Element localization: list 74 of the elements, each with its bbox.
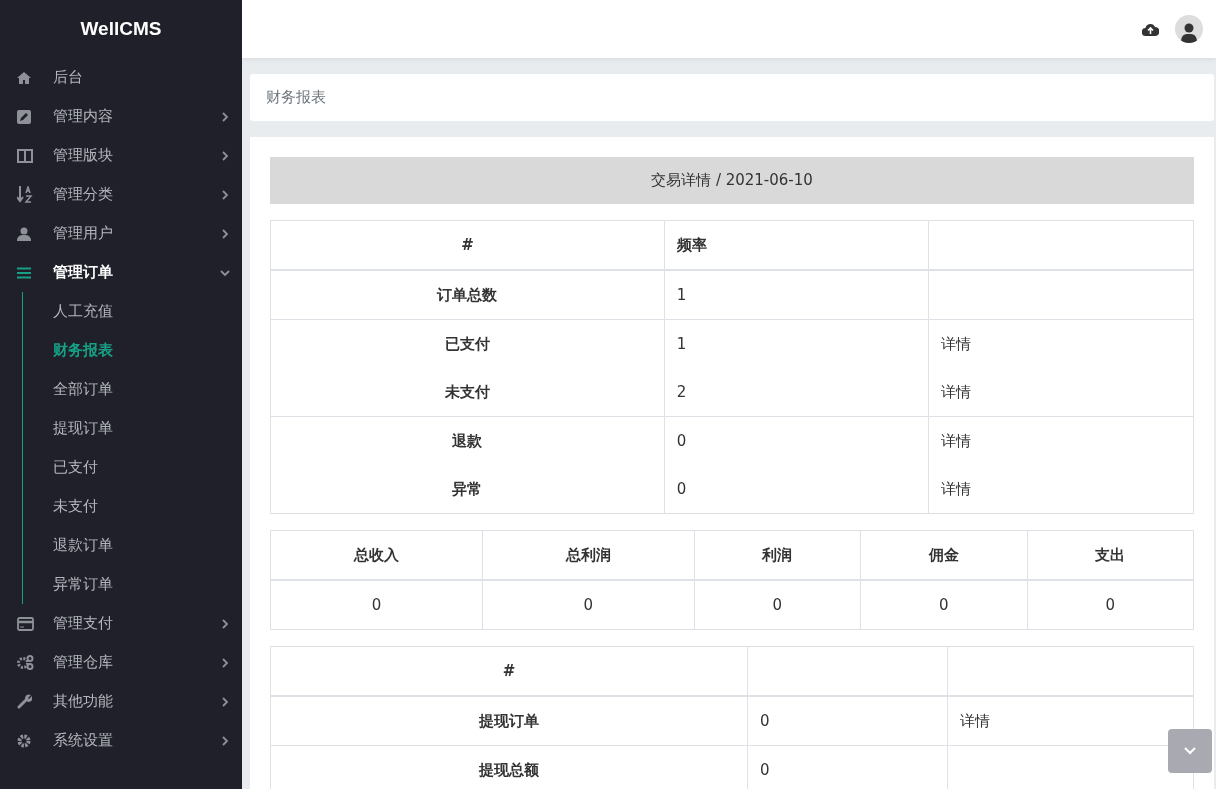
row-label: 未支付 (270, 368, 665, 417)
credit-card-icon (17, 616, 34, 631)
table-cell: 0 (270, 580, 483, 630)
columns-icon (17, 148, 33, 163)
chevron-right-icon (220, 618, 230, 629)
submenu-item[interactable]: 已支付 (23, 448, 242, 487)
brand-logo[interactable]: WellCMS (0, 0, 242, 58)
row-label: 异常 (270, 465, 665, 514)
submenu-item[interactable]: 人工充值 (23, 292, 242, 331)
chevron-right-icon (220, 150, 230, 161)
submenu-item[interactable]: 提现订单 (23, 409, 242, 448)
chevron-right-icon (220, 111, 230, 122)
cloud-upload-icon[interactable] (1142, 22, 1159, 36)
column-header: 总收入 (270, 530, 483, 580)
details-link[interactable]: 详情 (941, 334, 972, 353)
sidebar-item[interactable]: 管理支付 (0, 604, 242, 643)
sort-icon (17, 185, 33, 204)
column-header: # (270, 646, 748, 696)
sidebar-item[interactable]: 管理内容 (0, 97, 242, 136)
column-header: 频率 (664, 220, 929, 270)
table-cell: 1 (664, 319, 929, 368)
sidebar-item[interactable]: 后台 (0, 58, 242, 97)
submenu-item[interactable]: 财务报表 (23, 331, 242, 370)
table-cell: 0 (1027, 580, 1194, 630)
details-link[interactable]: 详情 (941, 382, 972, 401)
chevron-right-icon (220, 735, 230, 746)
submenu-item[interactable]: 退款订单 (23, 526, 242, 565)
details-link[interactable]: 详情 (941, 479, 972, 498)
gears-icon (17, 655, 34, 670)
chevron-down-icon (220, 267, 230, 278)
row-label: 已支付 (270, 319, 665, 368)
column-header: # (270, 220, 665, 270)
report-title: 交易详情 / 2021-06-10 (270, 157, 1194, 204)
home-icon (17, 71, 31, 84)
chevron-down-icon (1184, 747, 1196, 755)
submenu-item[interactable]: 未支付 (23, 487, 242, 526)
column-header: 总利润 (482, 530, 695, 580)
chevron-right-icon (220, 228, 230, 239)
sidebar-item[interactable]: 管理仓库 (0, 643, 242, 682)
submenu-item[interactable]: 全部订单 (23, 370, 242, 409)
column-header: 利润 (694, 530, 861, 580)
submenu-item[interactable]: 异常订单 (23, 565, 242, 604)
table-cell: 0 (482, 580, 695, 630)
chevron-right-icon (220, 696, 230, 707)
row-label: 提现总额 (270, 745, 748, 789)
chevron-right-icon (220, 657, 230, 668)
wrench-icon (17, 694, 32, 709)
details-link[interactable]: 详情 (941, 431, 972, 450)
sidebar-item[interactable]: 系统设置 (0, 721, 242, 760)
column-header: 支出 (1027, 530, 1194, 580)
chevron-right-icon (220, 189, 230, 200)
table-cell: 0 (747, 696, 948, 746)
settings-icon (17, 733, 31, 748)
user-icon (17, 226, 31, 241)
breadcrumb[interactable]: 财务报表 (266, 88, 326, 107)
details-link[interactable]: 详情 (960, 711, 990, 730)
sidebar-item[interactable]: 管理版块 (0, 136, 242, 175)
sidebar-item[interactable]: 其他功能 (0, 682, 242, 721)
avatar[interactable] (1175, 15, 1203, 43)
pencil-icon (17, 109, 31, 124)
table-cell: 0 (860, 580, 1028, 630)
row-label: 订单总数 (270, 270, 665, 320)
table-cell: 2 (664, 368, 929, 417)
row-label: 退款 (270, 416, 665, 465)
table-cell: 0 (664, 465, 929, 514)
menu-icon (17, 266, 31, 279)
table-cell: 1 (664, 270, 929, 320)
table-cell: 0 (694, 580, 861, 630)
sidebar-item[interactable]: 管理用户 (0, 214, 242, 253)
sidebar-item[interactable]: 管理分类 (0, 175, 242, 214)
table-cell: 0 (664, 416, 929, 465)
row-label: 提现订单 (270, 696, 748, 746)
sidebar-item[interactable]: 管理订单 (0, 253, 242, 292)
column-header: 佣金 (860, 530, 1028, 580)
